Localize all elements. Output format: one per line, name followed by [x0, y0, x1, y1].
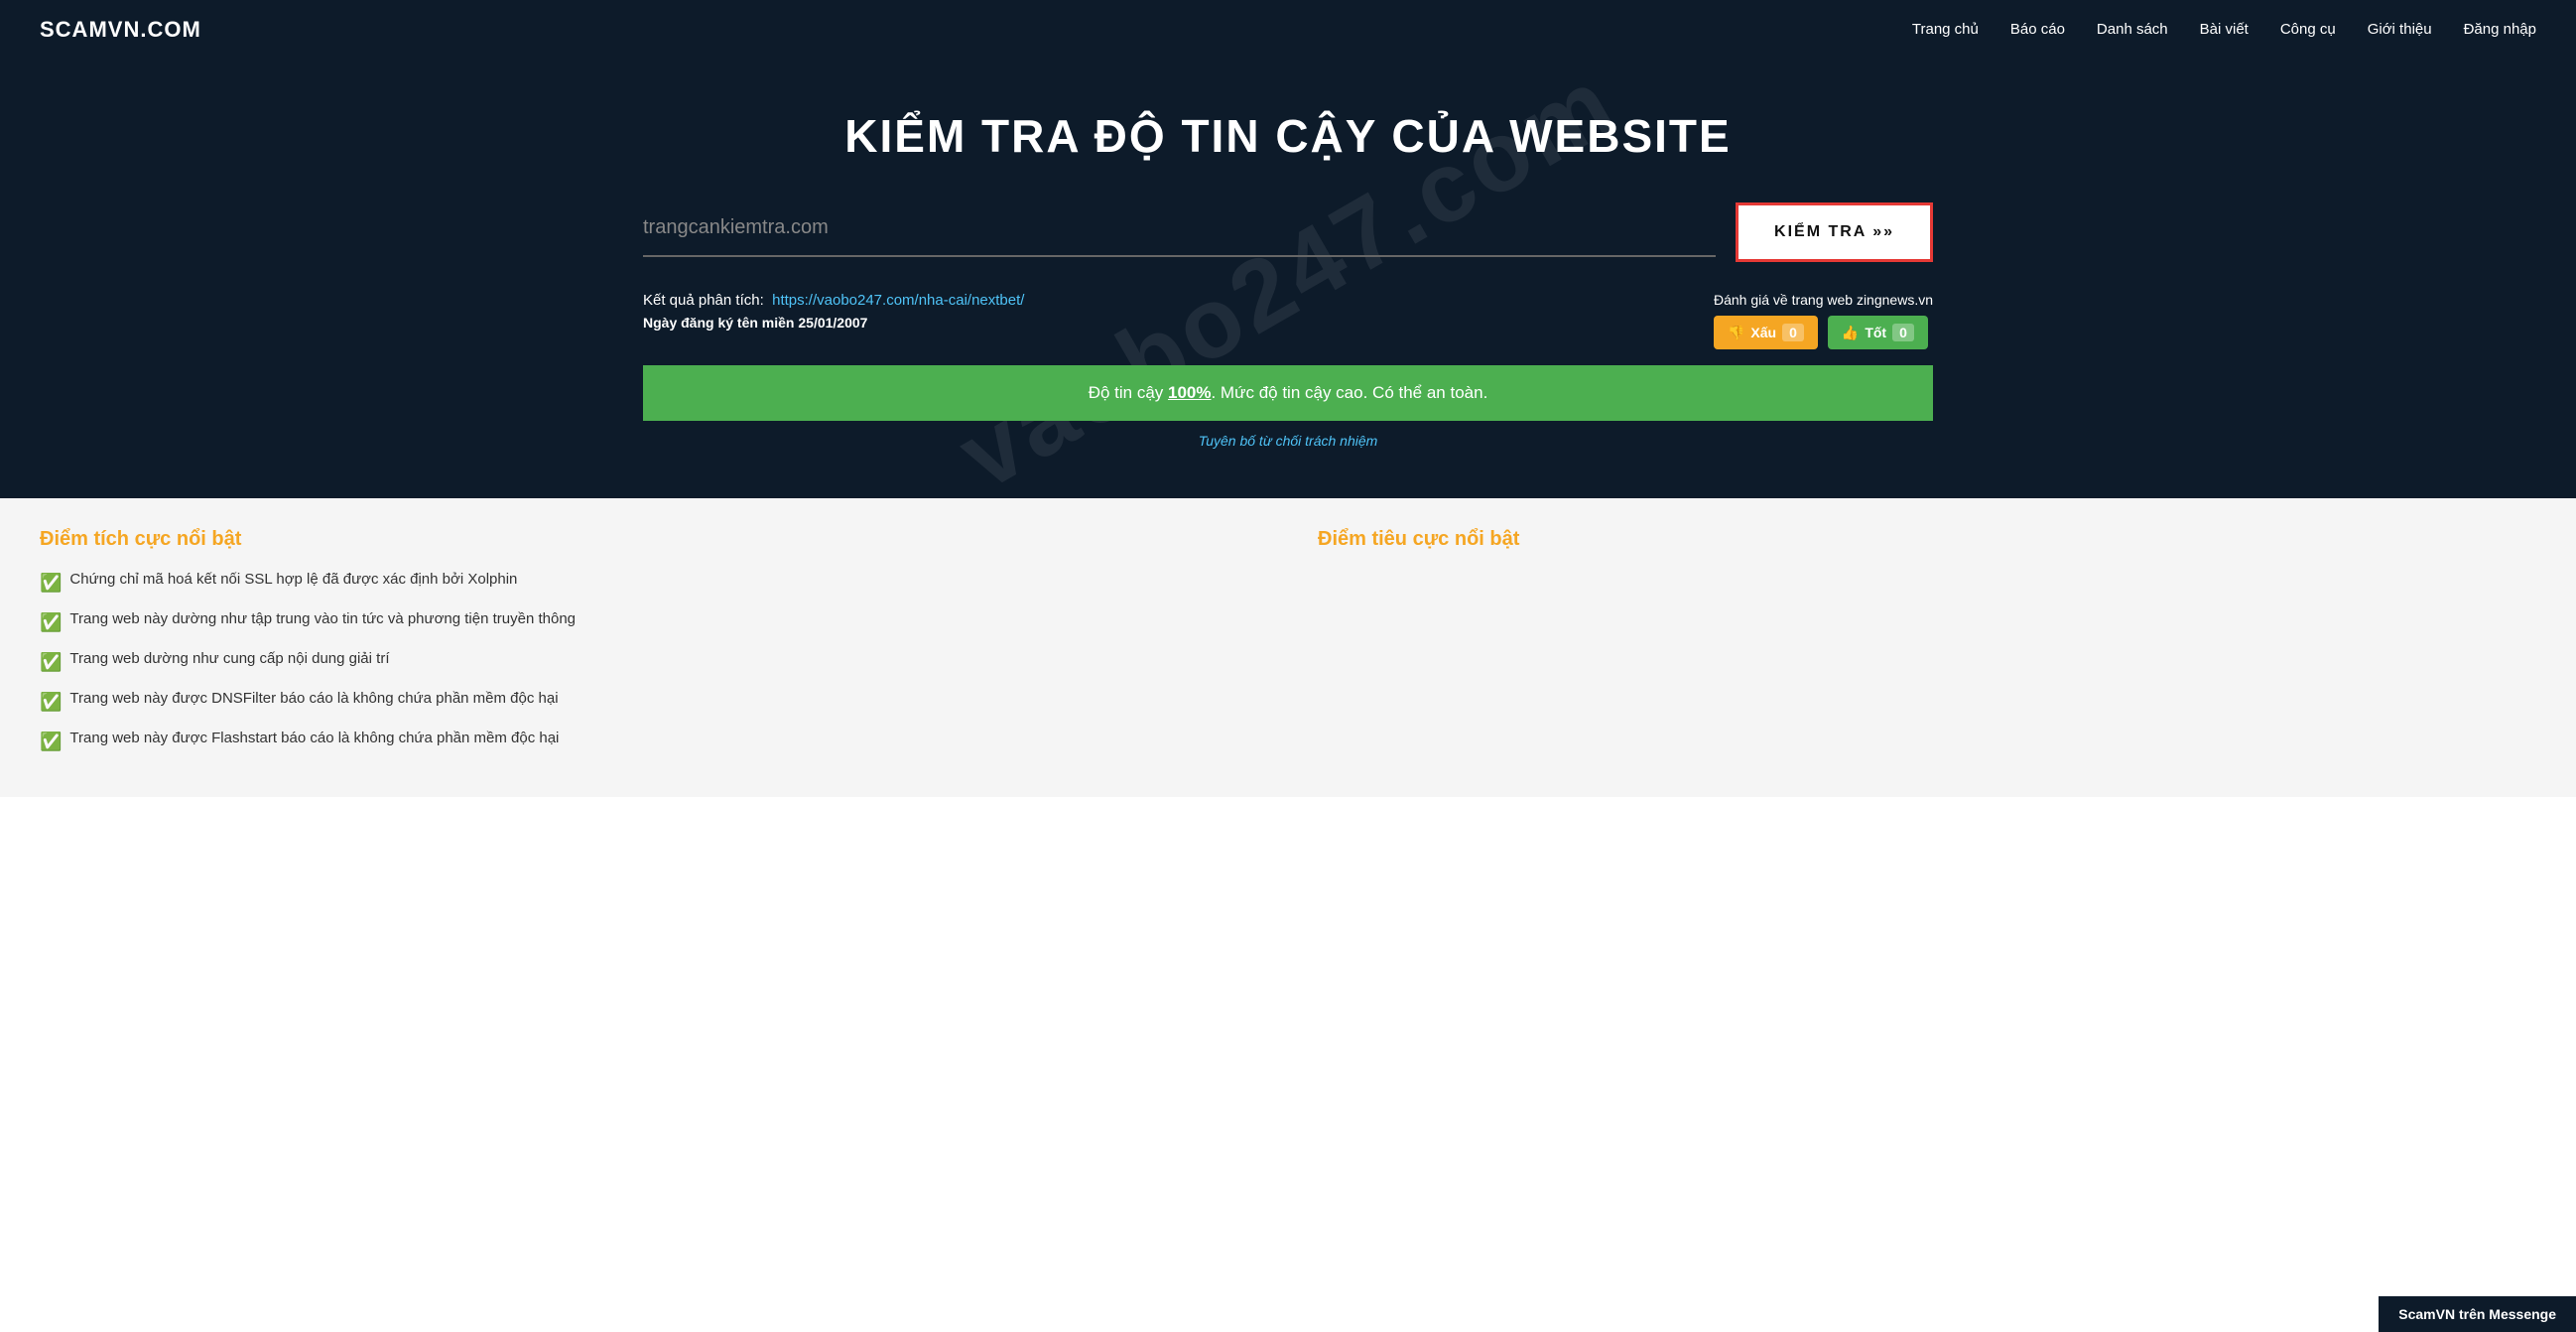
vote-bad-button[interactable]: 👎 Xấu 0	[1714, 316, 1818, 349]
nav-item-home[interactable]: Trang chủ	[1912, 21, 1979, 39]
result-url[interactable]: https://vaobo247.com/nha-cai/nextbet/	[772, 292, 1024, 309]
trust-text-before: Độ tin cậy	[1089, 383, 1168, 402]
nav-item-tools[interactable]: Công cụ	[2280, 21, 2336, 39]
vote-bad-label: Xấu	[1750, 325, 1776, 340]
nav-item-login[interactable]: Đăng nhập	[2464, 21, 2536, 39]
negative-title: Điểm tiêu cực nổi bật	[1318, 528, 2536, 551]
positive-list: ✅ Chứng chỉ mã hoá kết nối SSL hợp lệ đã…	[40, 569, 1258, 755]
nav-menu: Trang chủ Báo cáo Danh sách Bài viết Côn…	[1912, 21, 2536, 39]
messenger-badge[interactable]: ScamVN trên Messenge	[2379, 1296, 2576, 1332]
nav-item-about[interactable]: Giới thiệu	[2368, 21, 2432, 39]
vote-good-label: Tốt	[1865, 325, 1886, 340]
positive-item-5: Trang web này được Flashstart báo cáo là…	[69, 728, 559, 750]
result-right: Đánh giá về trang web zingnews.vn 👎 Xấu …	[1714, 292, 1933, 349]
check-icon-3: ✅	[40, 649, 62, 676]
positive-item-2: Trang web này dường như tập trung vào ti…	[69, 608, 576, 631]
search-area: KIỂM TRA »»	[643, 202, 1933, 262]
check-icon-1: ✅	[40, 570, 62, 597]
nav-link-report[interactable]: Báo cáo	[2010, 21, 2065, 38]
nav-link-home[interactable]: Trang chủ	[1912, 21, 1979, 38]
navbar: SCAMVN.COM Trang chủ Báo cáo Danh sách B…	[0, 0, 2576, 60]
nav-item-list[interactable]: Danh sách	[2097, 21, 2168, 39]
search-input-wrapper	[643, 208, 1716, 257]
rating-label: Đánh giá về trang web zingnews.vn	[1714, 292, 1933, 308]
result-label: Kết quả phân tích: https://vaobo247.com/…	[643, 292, 1024, 309]
check-icon-2: ✅	[40, 609, 62, 636]
positive-col: Điểm tích cực nổi bật ✅ Chứng chỉ mã hoá…	[40, 528, 1258, 767]
nav-link-about[interactable]: Giới thiệu	[2368, 21, 2432, 38]
page-title: KIỂM TRA ĐỘ TIN CẬY CỦA WEBSITE	[40, 109, 2536, 163]
result-info: Kết quả phân tích: https://vaobo247.com/…	[643, 292, 1933, 349]
trust-text-after: . Mức độ tin cậy cao. Có thể an toàn.	[1211, 383, 1487, 402]
result-left: Kết quả phân tích: https://vaobo247.com/…	[643, 292, 1024, 336]
result-label-text: Kết quả phân tích:	[643, 292, 764, 309]
positive-item-1: Chứng chỉ mã hoá kết nối SSL hợp lệ đã đ…	[69, 569, 517, 592]
list-item: ✅ Trang web này được Flashstart báo cáo …	[40, 728, 1258, 755]
check-icon-5: ✅	[40, 729, 62, 755]
nav-item-articles[interactable]: Bài viết	[2200, 21, 2249, 39]
disclaimer-link[interactable]: Tuyên bố từ chối trách nhiệm	[1199, 433, 1378, 449]
vote-bad-count: 0	[1782, 324, 1804, 341]
search-input[interactable]	[643, 208, 1716, 247]
thumbs-down-icon: 👎	[1728, 325, 1744, 341]
thumbs-up-icon: 👍	[1842, 325, 1859, 341]
nav-link-list[interactable]: Danh sách	[2097, 21, 2168, 38]
nav-link-articles[interactable]: Bài viết	[2200, 21, 2249, 38]
messenger-label: ScamVN trên Messenge	[2398, 1306, 2556, 1322]
negative-col: Điểm tiêu cực nổi bật	[1318, 528, 2536, 767]
search-button[interactable]: KIỂM TRA »»	[1736, 202, 1933, 262]
vote-buttons: 👎 Xấu 0 👍 Tốt 0	[1714, 316, 1933, 349]
trust-bar: Độ tin cậy 100%. Mức độ tin cậy cao. Có …	[643, 365, 1933, 421]
brand[interactable]: SCAMVN.COM	[40, 17, 201, 43]
vote-good-button[interactable]: 👍 Tốt 0	[1828, 316, 1928, 349]
list-item: ✅ Trang web này dường như tập trung vào …	[40, 608, 1258, 636]
list-item: ✅ Trang web dường như cung cấp nội dung …	[40, 648, 1258, 676]
trust-percent: 100%	[1168, 383, 1211, 402]
hero-section: vaobo247.com KIỂM TRA ĐỘ TIN CẬY CỦA WEB…	[0, 60, 2576, 498]
list-item: ✅ Trang web này được DNSFilter báo cáo l…	[40, 688, 1258, 716]
nav-item-report[interactable]: Báo cáo	[2010, 21, 2065, 39]
disclaimer: Tuyên bố từ chối trách nhiệm	[643, 433, 1933, 451]
positive-title: Điểm tích cực nổi bật	[40, 528, 1258, 551]
nav-link-login[interactable]: Đăng nhập	[2464, 21, 2536, 38]
content-section: Điểm tích cực nổi bật ✅ Chứng chỉ mã hoá…	[0, 498, 2576, 797]
positive-item-4: Trang web này được DNSFilter báo cáo là …	[69, 688, 558, 711]
vote-good-count: 0	[1892, 324, 1914, 341]
list-item: ✅ Chứng chỉ mã hoá kết nối SSL hợp lệ đã…	[40, 569, 1258, 597]
domain-reg: Ngày đăng ký tên miền 25/01/2007	[643, 315, 1024, 331]
check-icon-4: ✅	[40, 689, 62, 716]
nav-link-tools[interactable]: Công cụ	[2280, 21, 2336, 38]
positive-item-3: Trang web dường như cung cấp nội dung gi…	[69, 648, 389, 671]
